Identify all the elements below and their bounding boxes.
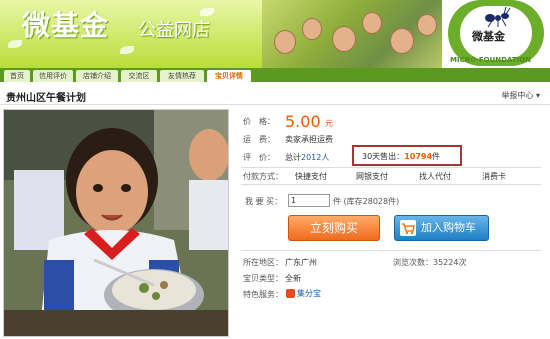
child-figure <box>302 18 322 40</box>
report-label: 举报中心 <box>501 91 534 100</box>
price-unit: 元 <box>325 119 333 128</box>
sales-label: 30天售出： <box>362 152 405 161</box>
banner-photo <box>262 0 442 68</box>
view-count: 浏览次数：35224次 <box>393 258 467 267</box>
brand-name: 微基金 <box>22 9 110 42</box>
logo-subtext: MICR✿-FOUNDATION <box>450 56 532 64</box>
foundation-logo[interactable]: 微基金 MICR✿-FOUNDATION <box>442 0 550 68</box>
rating-count-link[interactable]: 2012人 <box>301 153 329 162</box>
location-label: 所在地区： <box>243 258 283 267</box>
stock-info: 件 (库存28028件) <box>333 197 400 206</box>
child-figure <box>332 26 356 52</box>
item-title: 贵州山区午餐计划 <box>6 93 86 104</box>
divider <box>241 167 541 168</box>
service-label: 特色服务： <box>243 290 283 299</box>
tab-item-detail[interactable]: 宝贝详情 <box>207 70 251 82</box>
report-center-link[interactable]: 举报中心 ▾ <box>501 90 540 101</box>
payment-online-bank[interactable]: 网银支付 <box>356 171 388 182</box>
service-value: 集分宝 <box>297 289 321 298</box>
service-jifenbao[interactable]: 集分宝 <box>286 288 321 299</box>
type-value: 全新 <box>285 274 301 283</box>
shipping-value: 卖家承担运费 <box>285 135 333 144</box>
price-value: 5.00 <box>285 112 321 131</box>
type-label: 宝贝类型： <box>243 274 283 283</box>
add-to-cart-label: 加入购物车 <box>421 221 476 234</box>
child-figure <box>417 14 437 36</box>
rating-label: 评 价： <box>243 153 275 162</box>
tab-home[interactable]: 首页 <box>4 70 30 82</box>
payment-label: 付款方式： <box>243 172 283 181</box>
sales-unit: 件 <box>432 152 441 161</box>
rating-prefix: 总计 <box>285 153 301 162</box>
chevron-down-icon: ▾ <box>535 91 540 100</box>
jifenbao-icon <box>286 289 295 298</box>
divider <box>241 184 541 185</box>
add-to-cart-button[interactable]: 加入购物车 <box>394 215 489 241</box>
sales-count: 10794 <box>404 152 433 161</box>
header-banner: 微基金 公益网店 微基金 MICR✿-FOUNDATION <box>0 0 550 68</box>
tab-recommend[interactable]: 友情热荐 <box>160 70 204 82</box>
shipping-label: 运 费： <box>243 135 275 144</box>
quantity-input[interactable]: 1 <box>288 194 330 207</box>
cart-icon <box>400 220 416 236</box>
child-figure <box>274 30 296 54</box>
product-image[interactable] <box>3 109 229 337</box>
monthly-sales: 30天售出：10794件 <box>362 151 440 162</box>
tab-shop-intro[interactable]: 店铺介绍 <box>76 70 118 82</box>
buy-now-button[interactable]: 立刻购买 <box>288 215 380 241</box>
payment-gift-card[interactable]: 消费卡 <box>482 171 506 182</box>
child-eating-photo <box>4 110 228 336</box>
tab-forum[interactable]: 交流区 <box>121 70 157 82</box>
divider <box>241 250 541 251</box>
child-figure <box>362 12 382 34</box>
brand-subtitle: 公益网店 <box>138 20 210 41</box>
payment-quick[interactable]: 快捷支付 <box>295 171 327 182</box>
child-figure <box>390 28 414 54</box>
rating-summary: 总计2012人 <box>285 152 329 163</box>
cart-glyph <box>402 223 415 235</box>
item-title-bar: 贵州山区午餐计划 举报中心 ▾ <box>0 85 550 105</box>
tab-credit-rating[interactable]: 信用评价 <box>33 70 73 82</box>
ant-icon <box>485 6 511 28</box>
payment-proxy[interactable]: 找人代付 <box>419 171 451 182</box>
shop-nav: 首页 信用评价 店铺介绍 交流区 友情热荐 宝贝详情 <box>0 68 550 82</box>
buy-label: 我 要 买： <box>245 197 283 206</box>
location-value: 广东广州 <box>285 258 317 267</box>
monthly-sales-box: 30天售出：10794件 <box>352 145 462 166</box>
price-label: 价 格： <box>243 117 275 126</box>
logo-text: 微基金 <box>472 30 505 43</box>
